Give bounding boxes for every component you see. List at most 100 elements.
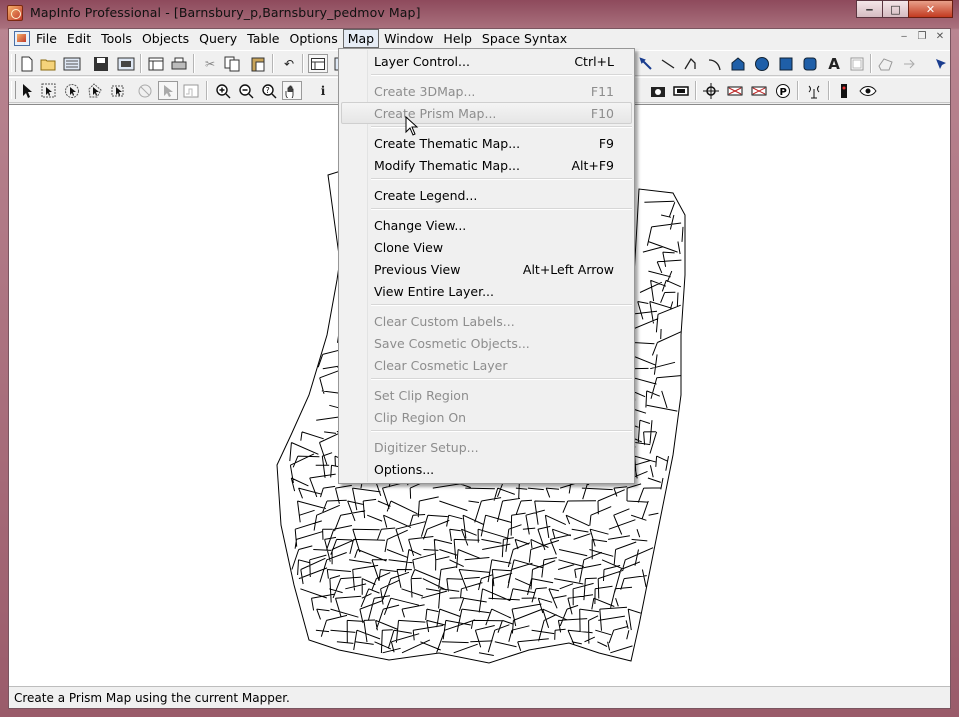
menu-item-create-thematic-map[interactable]: Create Thematic Map... F9 xyxy=(341,132,632,154)
new-browser-icon[interactable] xyxy=(146,54,166,73)
menu-space-syntax[interactable]: Space Syntax xyxy=(477,29,572,48)
select-node-icon[interactable] xyxy=(931,54,951,73)
menu-item-save-cosmetic-objects[interactable]: Save Cosmetic Objects... xyxy=(341,332,632,354)
grabber-icon[interactable] xyxy=(282,81,302,100)
marquee-select-icon[interactable] xyxy=(39,81,59,100)
menu-item-set-clip-region[interactable]: Set Clip Region xyxy=(341,384,632,406)
add-node-icon[interactable] xyxy=(900,54,920,73)
antenna-icon[interactable] xyxy=(804,81,824,100)
status-message: Create a Prism Map using the current Map… xyxy=(14,691,290,705)
menu-item-digitizer-setup[interactable]: Digitizer Setup... xyxy=(341,436,632,458)
menu-item-change-view[interactable]: Change View... xyxy=(341,214,632,236)
drag-map-icon[interactable] xyxy=(725,81,745,100)
menu-item-layer-control[interactable]: Layer Control... Ctrl+L xyxy=(341,50,632,72)
graph-select-icon[interactable] xyxy=(181,81,201,100)
rectangle-icon[interactable] xyxy=(776,54,796,73)
menu-options[interactable]: Options xyxy=(285,29,343,48)
menu-window[interactable]: Window xyxy=(379,29,438,48)
menu-item-clear-cosmetic-layer[interactable]: Clear Cosmetic Layer xyxy=(341,354,632,376)
window-controls: ‒ □ ✕ xyxy=(856,0,953,19)
paste-icon[interactable] xyxy=(248,54,268,73)
boundary-select-icon[interactable] xyxy=(108,81,128,100)
save-icon[interactable] xyxy=(91,54,111,73)
copy-icon[interactable] xyxy=(222,54,242,73)
frame-icon[interactable] xyxy=(847,54,867,73)
radius-select-icon[interactable] xyxy=(62,81,82,100)
change-view-icon[interactable]: ? xyxy=(259,81,279,100)
menu-item-shortcut: F11 xyxy=(590,84,614,99)
eye-icon[interactable] xyxy=(858,81,878,100)
new-icon[interactable] xyxy=(17,54,37,73)
menu-item-label: Modify Thematic Map... xyxy=(374,158,520,173)
menu-item-label: Change View... xyxy=(374,218,467,233)
menu-table[interactable]: Table xyxy=(242,29,284,48)
document-system-menu-icon[interactable] xyxy=(14,31,30,46)
menu-item-label: Clear Cosmetic Layer xyxy=(374,358,508,373)
symbol-style-icon[interactable] xyxy=(636,54,656,73)
menu-item-clip-region-on[interactable]: Clip Region On xyxy=(341,406,632,428)
menu-item-create-legend[interactable]: Create Legend... xyxy=(341,184,632,206)
menu-edit[interactable]: Edit xyxy=(62,29,96,48)
menu-item-modify-thematic-map[interactable]: Modify Thematic Map... Alt+F9 xyxy=(341,154,632,176)
polygon-icon[interactable] xyxy=(728,54,748,73)
menu-items: File Edit Tools Objects Query Table Options Map… xyxy=(31,29,572,49)
zoom-out-icon[interactable] xyxy=(236,81,256,100)
ruler-icon[interactable] xyxy=(671,81,691,100)
undo-icon[interactable]: ↶ xyxy=(279,54,299,73)
camera-icon[interactable] xyxy=(648,81,668,100)
invert-select-icon[interactable] xyxy=(158,81,178,100)
ellipse-icon[interactable] xyxy=(752,54,772,73)
menu-item-create-prism-map[interactable]: Create Prism Map... F10 xyxy=(341,102,632,124)
menu-item-label: Create Thematic Map... xyxy=(374,136,521,151)
menu-item-clone-view[interactable]: Clone View xyxy=(341,236,632,258)
minimize-button[interactable]: ‒ xyxy=(856,0,883,18)
menu-query[interactable]: Query xyxy=(194,29,242,48)
mapinfo-app-icon[interactable] xyxy=(7,5,23,21)
menu-item-previous-view[interactable]: Previous View Alt+Left Arrow xyxy=(341,258,632,280)
arc-icon[interactable] xyxy=(705,54,725,73)
menu-item-create-3dmap[interactable]: Create 3DMap... F11 xyxy=(341,80,632,102)
select-icon[interactable] xyxy=(17,81,37,100)
toolbar-grip[interactable] xyxy=(11,81,16,99)
text-icon[interactable]: A xyxy=(824,54,844,73)
parking-icon[interactable]: P xyxy=(773,81,793,100)
traffic-light-icon[interactable] xyxy=(834,81,854,100)
close-button[interactable]: ✕ xyxy=(908,0,953,18)
application-window: MapInfo Professional - [Barnsbury_p,Barn… xyxy=(0,0,959,717)
reshape-icon[interactable] xyxy=(876,54,896,73)
polyline-icon[interactable] xyxy=(681,54,701,73)
unselect-icon[interactable] xyxy=(135,81,155,100)
hotlink-icon[interactable] xyxy=(749,81,769,100)
mdi-close-button[interactable]: ✕ xyxy=(932,30,948,44)
title-bar[interactable]: MapInfo Professional - [Barnsbury_p,Barn… xyxy=(0,0,959,26)
open-icon[interactable] xyxy=(39,54,59,73)
menu-item-shortcut: Ctrl+L xyxy=(574,54,614,69)
print-icon[interactable] xyxy=(169,54,189,73)
menu-tools[interactable]: Tools xyxy=(96,29,137,48)
menu-item-options[interactable]: Options... xyxy=(341,458,632,480)
menu-help[interactable]: Help xyxy=(438,29,477,48)
svg-text:P: P xyxy=(780,87,787,98)
menu-separator xyxy=(371,430,632,432)
menu-item-label: Set Clip Region xyxy=(374,388,469,403)
new-browser-window-icon[interactable] xyxy=(308,54,328,73)
crosshair-icon[interactable] xyxy=(701,81,721,100)
cut-icon[interactable]: ✂ xyxy=(200,54,220,73)
open-workspace-icon[interactable] xyxy=(62,54,82,73)
maximize-button[interactable]: □ xyxy=(882,0,909,18)
menu-item-view-entire-layer[interactable]: View Entire Layer... xyxy=(341,280,632,302)
polygon-select-icon[interactable] xyxy=(85,81,105,100)
save-workspace-icon[interactable] xyxy=(116,54,136,73)
menu-item-clear-custom-labels[interactable]: Clear Custom Labels... xyxy=(341,310,632,332)
mdi-restore-button[interactable]: ❐ xyxy=(914,30,930,44)
menu-objects[interactable]: Objects xyxy=(137,29,194,48)
menu-file[interactable]: File xyxy=(31,29,62,48)
line-icon[interactable] xyxy=(658,54,678,73)
info-icon[interactable]: i xyxy=(313,81,333,100)
rounded-rectangle-icon[interactable] xyxy=(800,54,820,73)
menu-item-label: Create Prism Map... xyxy=(374,106,497,121)
toolbar-grip[interactable] xyxy=(11,54,16,72)
zoom-in-icon[interactable] xyxy=(213,81,233,100)
mdi-minimize-button[interactable]: ‒ xyxy=(896,30,912,44)
menu-map[interactable]: Map xyxy=(342,29,380,48)
